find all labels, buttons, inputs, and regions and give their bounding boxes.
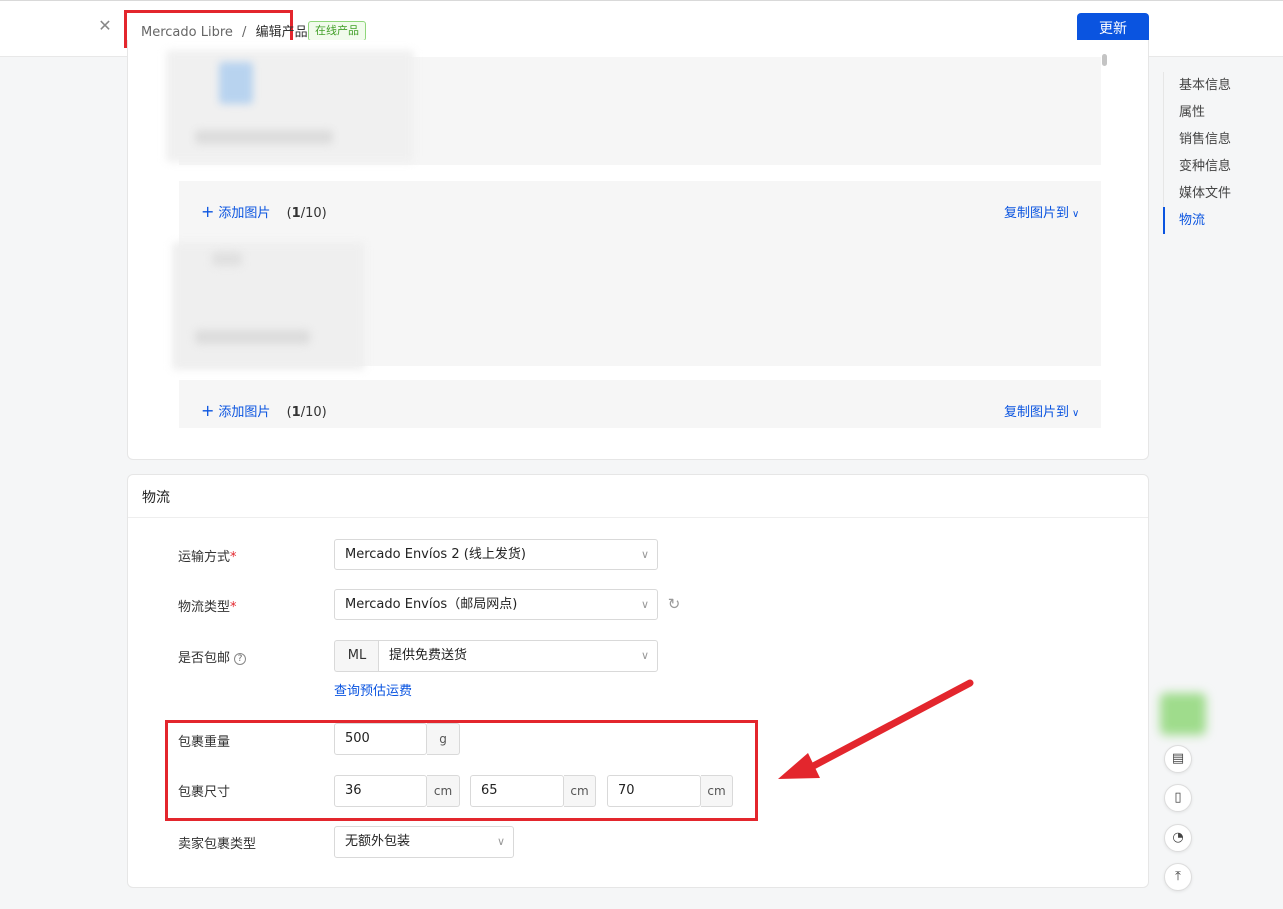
close-icon[interactable]: ✕ (97, 18, 113, 34)
toc-item-variants[interactable]: 变种信息 (1163, 153, 1263, 180)
add-image-label: 添加图片 (218, 206, 271, 221)
annotation-arrow (778, 679, 974, 779)
logistics-type-select[interactable]: Mercado Envíos（邮局网点) ∨ (334, 589, 658, 620)
mobile-icon[interactable]: ▯ (1164, 784, 1192, 812)
height-unit: cm (701, 775, 733, 807)
seller-package-type-value: 无额外包装 (345, 834, 411, 849)
calculator-icon[interactable]: ▤ (1164, 745, 1192, 773)
scrollbar-thumb[interactable] (1102, 54, 1107, 66)
help-icon[interactable]: ? (234, 653, 247, 665)
package-width-input[interactable]: 65 (470, 775, 564, 807)
toc-item-sales-info[interactable]: 销售信息 (1163, 126, 1263, 153)
free-shipping-label: 是否包邮? (178, 647, 247, 666)
chevron-down-icon: ∨ (640, 649, 649, 662)
plus-icon: + (201, 202, 215, 221)
toc-item-media[interactable]: 媒体文件 (1163, 180, 1263, 207)
package-weight-label: 包裹重量 (178, 735, 231, 750)
add-image-row-1[interactable]: + 添加图片 (1/10) (201, 202, 327, 221)
add-image-label: 添加图片 (218, 405, 271, 420)
length-unit: cm (427, 775, 460, 807)
chevron-down-icon: ∨ (1072, 408, 1080, 419)
package-size-label: 包裹尺寸 (178, 785, 231, 800)
back-to-top-icon[interactable]: ⤒ (1164, 863, 1192, 891)
toc-item-basic-info[interactable]: 基本信息 (1163, 72, 1263, 99)
section-title: 物流 (142, 490, 170, 506)
copy-images-label: 复制图片到 (1004, 405, 1070, 420)
logistics-type-value: Mercado Envíos（邮局网点) (345, 597, 518, 612)
weight-unit: g (427, 723, 460, 755)
copy-images-dropdown-2[interactable]: 复制图片到 ∨ (1004, 401, 1079, 420)
chevron-down-icon: ∨ (496, 835, 505, 848)
copy-images-dropdown-1[interactable]: 复制图片到 ∨ (1004, 202, 1079, 221)
blurred-content (166, 50, 414, 162)
seller-package-type-label: 卖家包裹类型 (178, 837, 257, 852)
estimate-shipping-link[interactable]: 查询预估运费 (334, 680, 412, 699)
package-height-input[interactable]: 70 (607, 775, 701, 807)
blurred-text (195, 330, 310, 344)
shipping-method-label: 运输方式* (178, 550, 237, 565)
shipping-method-select[interactable]: Mercado Envíos 2 (线上发货) ∨ (334, 539, 658, 570)
blurred-content (172, 242, 365, 370)
seller-package-type-select[interactable]: 无额外包装 ∨ (334, 826, 514, 858)
logistics-type-label: 物流类型* (178, 600, 237, 615)
chevron-down-icon: ∨ (640, 598, 649, 611)
package-length-input[interactable]: 36 (334, 775, 427, 807)
package-weight-input[interactable]: 500 (334, 723, 427, 755)
chevron-down-icon: ∨ (1072, 209, 1080, 220)
status-badge: 在线产品 (308, 21, 366, 41)
free-shipping-value: 提供免费送货 (389, 648, 468, 663)
breadcrumb: Mercado Libre / 编辑产品 (141, 21, 308, 40)
site-prefix: ML (334, 640, 379, 672)
breadcrumb-current: 编辑产品 (255, 25, 308, 40)
breadcrumb-root[interactable]: Mercado Libre (141, 25, 233, 40)
free-shipping-select[interactable]: 提供免费送货 ∨ (378, 640, 658, 672)
copy-images-label: 复制图片到 (1004, 206, 1070, 221)
blurred-image-thumbnail (219, 62, 253, 104)
add-image-row-2[interactable]: + 添加图片 (1/10) (201, 401, 327, 420)
chevron-down-icon: ∨ (640, 548, 649, 561)
blurred-text (195, 130, 333, 144)
logistics-section-card (127, 474, 1149, 888)
image-count: (1/10) (286, 405, 327, 420)
plus-icon: + (201, 401, 215, 420)
blurred-widget (1160, 693, 1206, 735)
section-navigation: 基本信息 属性 销售信息 变种信息 媒体文件 物流 (1163, 72, 1263, 234)
image-count: (1/10) (286, 206, 327, 221)
toc-item-attributes[interactable]: 属性 (1163, 99, 1263, 126)
breadcrumb-separator: / (242, 25, 247, 40)
divider (128, 517, 1148, 518)
width-unit: cm (564, 775, 596, 807)
chat-icon[interactable]: ◔ (1164, 824, 1192, 852)
refresh-icon[interactable]: ↻ (666, 596, 682, 612)
shipping-method-value: Mercado Envíos 2 (线上发货) (345, 547, 526, 562)
blurred-image-thumbnail (212, 252, 242, 266)
toc-item-logistics[interactable]: 物流 (1163, 207, 1263, 234)
